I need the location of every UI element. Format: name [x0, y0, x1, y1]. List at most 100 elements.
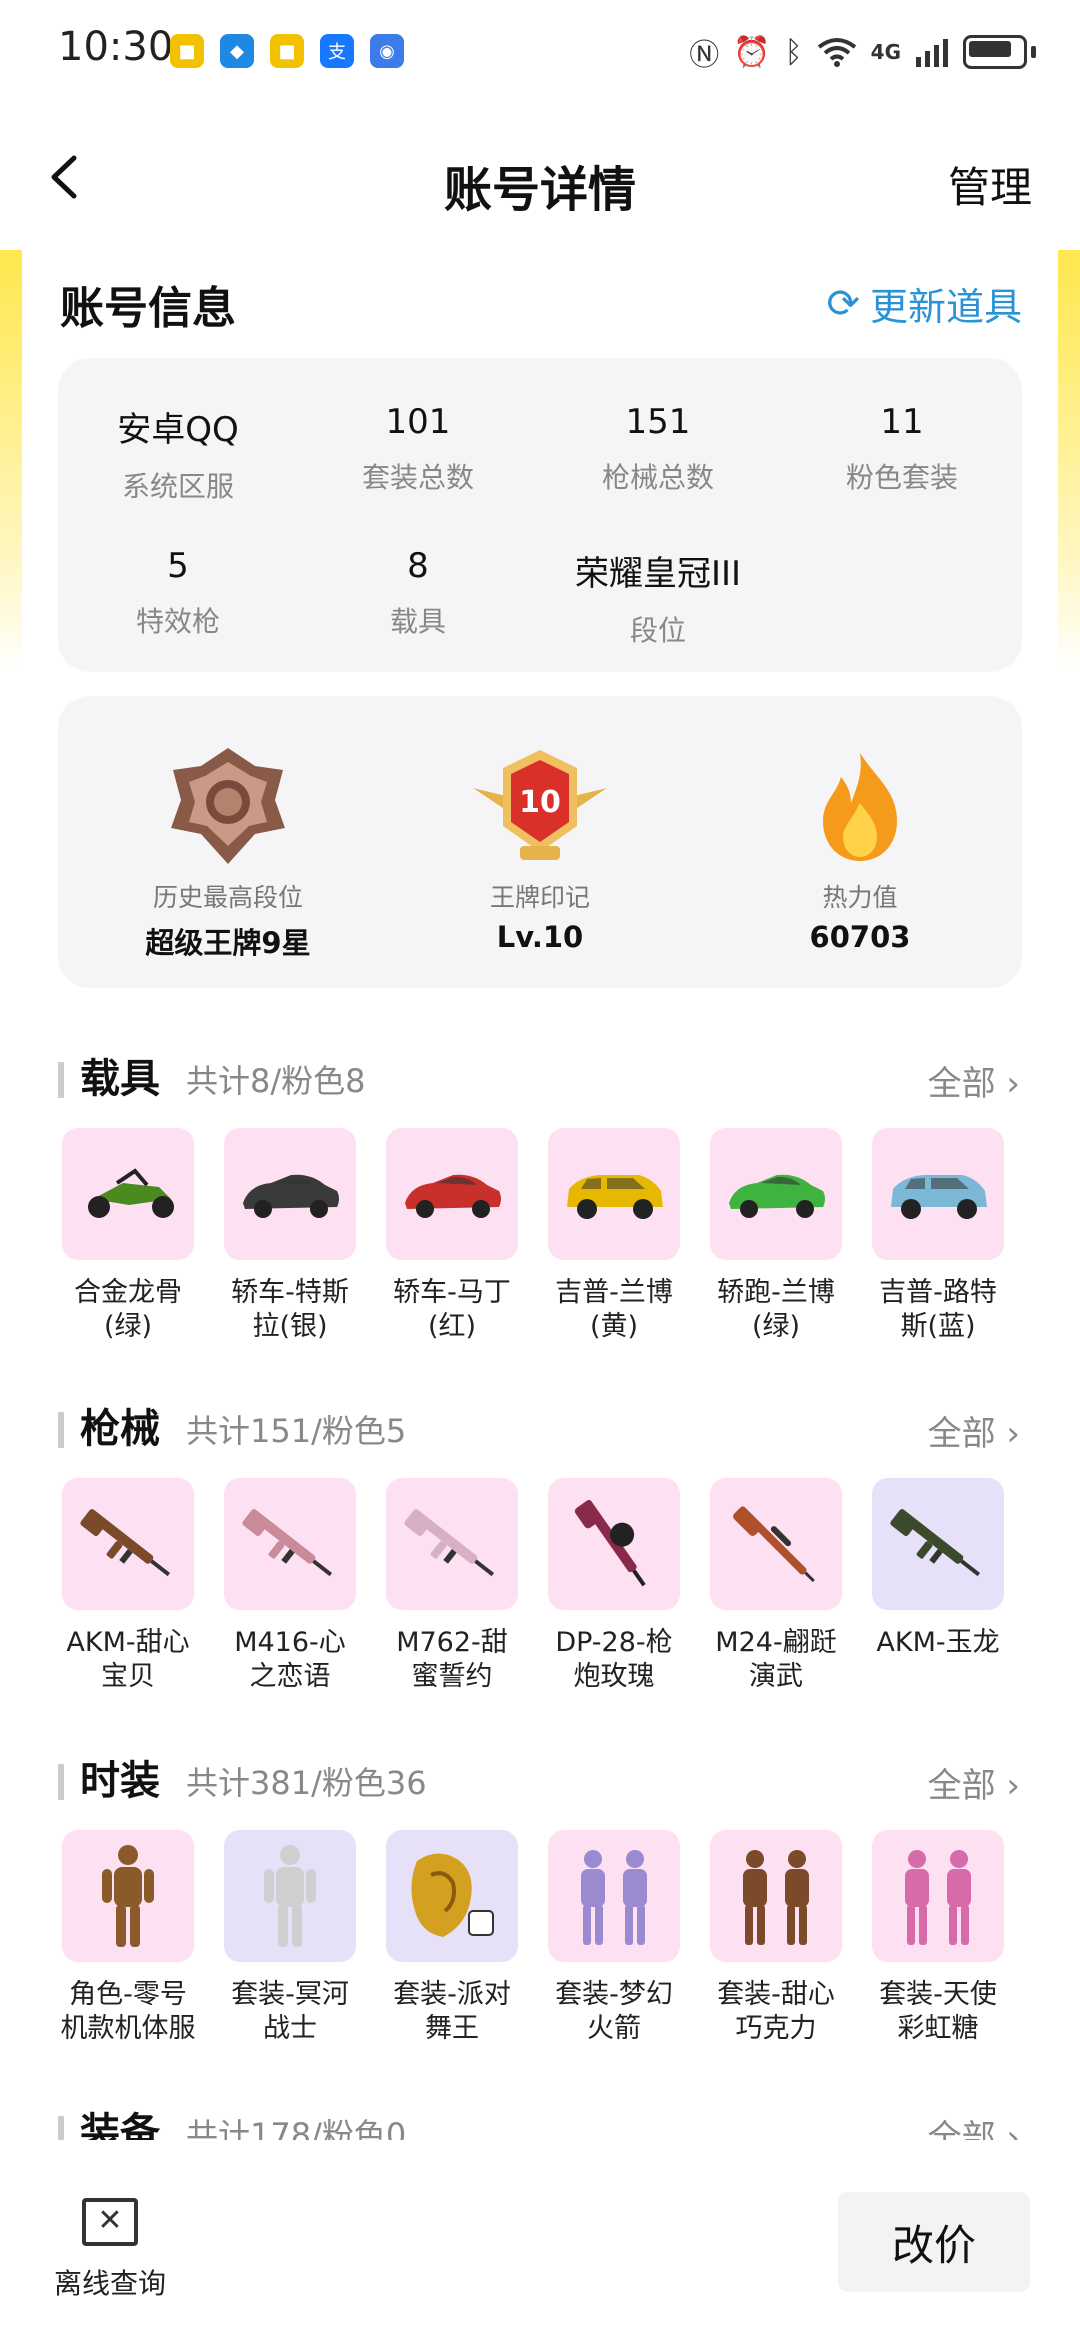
account-stats-card: 安卓QQ 系统区服 101 套装总数 151 枪械总数 11 粉色套装 5 特效…: [58, 358, 1022, 672]
badge-label: 王牌印记: [489, 883, 590, 912]
item-card[interactable]: 套装-冥河 战士: [220, 1830, 360, 2046]
item-card[interactable]: 套装-梦幻 火箭: [544, 1830, 684, 2046]
game-app-icon: ■: [170, 34, 204, 68]
item-name-line1: 轿车-马丁: [393, 1277, 511, 1308]
view-all-outfits[interactable]: 全部 ›: [928, 1758, 1020, 1807]
offline-query-button[interactable]: ✕ 离线查询: [40, 2198, 180, 2302]
item-art-icon: [574, 1499, 646, 1587]
blue-app-icon: ◉: [370, 34, 404, 68]
section-header-vehicles: 载具 共计8/粉色8 全部 ›: [58, 1046, 1022, 1106]
item-name-line2: (红): [427, 1311, 477, 1342]
refresh-items-button[interactable]: ⟳ 更新道具: [826, 276, 1022, 331]
item-image: [386, 1478, 518, 1610]
item-art-icon: [405, 1174, 501, 1218]
stat-value: 151: [625, 402, 691, 442]
item-name-line2: 演武: [749, 1661, 803, 1692]
item-art-icon: [733, 1506, 815, 1583]
ace-badge-number: 10: [519, 785, 561, 820]
stat-value: 安卓QQ: [117, 410, 239, 450]
item-image: [710, 1830, 842, 1962]
item-image: [386, 1830, 518, 1962]
item-name: 套装-甜心 巧克力: [701, 1978, 851, 2046]
item-image: [224, 1478, 356, 1610]
item-name-line2: 舞王: [425, 2013, 479, 2044]
nfc-icon: Ⓝ: [689, 38, 720, 73]
view-all-label: 全部: [927, 1064, 996, 1104]
stat-outfits: 101 套装总数: [298, 402, 538, 496]
network-type: 4G: [870, 40, 901, 64]
section-header-outfits: 时装 共计381/粉色36 全部 ›: [58, 1748, 1022, 1808]
item-card[interactable]: 轿车-特斯 拉(银): [220, 1128, 360, 1344]
item-card[interactable]: 吉普-兰博 (黄): [544, 1128, 684, 1344]
section-bar: [58, 1062, 64, 1098]
item-card[interactable]: 合金龙骨 (绿): [58, 1128, 198, 1344]
item-image: [548, 1830, 680, 1962]
item-name-line1: 轿跑-兰博: [717, 1277, 835, 1308]
stat-value: 101: [385, 402, 451, 442]
item-card[interactable]: 套装-派对 舞王: [382, 1830, 522, 2046]
status-time: 10:30: [58, 24, 174, 70]
item-name: 套装-梦幻 火箭: [539, 1978, 689, 2046]
status-indicators: Ⓝ ⏰ ᛒ 4G: [689, 30, 1036, 74]
item-image: [548, 1128, 680, 1260]
item-image: [386, 1128, 518, 1260]
item-name-line1: M762-甜: [396, 1627, 508, 1658]
item-image: [710, 1478, 842, 1610]
item-card[interactable]: 轿车-马丁 (红): [382, 1128, 522, 1344]
item-name-line1: M416-心: [234, 1627, 346, 1658]
item-art-icon: [88, 1168, 174, 1218]
item-name-line2: 宝贝: [101, 1661, 155, 1692]
item-name: 角色-零号 机款机体服: [53, 1978, 203, 2046]
item-card[interactable]: DP-28-枪 炮玫瑰: [544, 1478, 684, 1694]
rank-emblem-icon: [171, 748, 285, 864]
item-card[interactable]: AKM-玉龙: [868, 1478, 1008, 1660]
view-all-guns[interactable]: 全部 ›: [928, 1406, 1020, 1455]
item-art-icon: [264, 1845, 316, 1947]
view-all-label: 全部: [927, 1766, 996, 1806]
item-name-line1: 套装-天使: [879, 1979, 997, 2010]
battery-cap: [1031, 46, 1036, 58]
item-card[interactable]: 角色-零号 机款机体服: [58, 1830, 198, 2046]
battery-icon: [963, 35, 1027, 69]
badge-heat: 热力值 60703: [710, 742, 1010, 954]
stat-guns: 151 枪械总数: [538, 402, 778, 496]
bottom-bar: ✕ 离线查询 改价: [0, 2140, 1080, 2340]
item-card[interactable]: M24-翩跹 演武: [706, 1478, 846, 1694]
game-app-icon-2: ■: [270, 34, 304, 68]
badge-value: Lv.10: [496, 920, 584, 954]
item-name-line2: 炮玫瑰: [573, 1661, 655, 1692]
refresh-icon: ⟳: [826, 280, 860, 327]
flame-icon: [823, 753, 897, 861]
item-card[interactable]: M416-心 之恋语: [220, 1478, 360, 1694]
item-name-line2: 巧克力: [735, 2013, 817, 2044]
manage-button[interactable]: 管理: [948, 154, 1032, 215]
item-card[interactable]: AKM-甜心 宝贝: [58, 1478, 198, 1694]
stat-value: 荣耀皇冠III: [574, 554, 742, 594]
stat-label: 段位: [629, 614, 686, 647]
change-price-button[interactable]: 改价: [838, 2192, 1030, 2292]
alipay-app-icon: 支: [320, 34, 354, 68]
item-name-line1: DP-28-枪: [555, 1627, 673, 1658]
page-title: 账号详情: [443, 162, 636, 218]
item-card[interactable]: 吉普-路特 斯(蓝): [868, 1128, 1008, 1344]
item-name-line1: AKM-玉龙: [876, 1627, 1000, 1658]
item-image: [224, 1830, 356, 1962]
item-art-icon: [567, 1175, 663, 1219]
item-art-icon: [581, 1850, 647, 1945]
item-card[interactable]: 轿跑-兰博 (绿): [706, 1128, 846, 1344]
section-title: 载具: [80, 1056, 160, 1102]
view-all-vehicles[interactable]: 全部 ›: [928, 1056, 1020, 1105]
stat-value: 5: [167, 546, 189, 586]
item-card[interactable]: 套装-天使 彩虹糖: [868, 1830, 1008, 2046]
gun-items: AKM-甜心 宝贝 M416-心 之恋语 M762-甜 蜜誓约 DP-28-枪 炮玫瑰 M24-…: [58, 1478, 1038, 1718]
wifi-icon: [817, 38, 856, 67]
item-name-line2: (绿): [103, 1311, 153, 1342]
item-name-line1: M24-翩跹: [715, 1627, 837, 1658]
nav-bar: 账号详情 管理: [0, 110, 1080, 250]
badge-value: 60703: [809, 920, 911, 954]
item-card[interactable]: M762-甜 蜜誓约: [382, 1478, 522, 1694]
item-name: 套装-派对 舞王: [377, 1978, 527, 2046]
item-name-line2: 蜜誓约: [411, 1661, 493, 1692]
item-card[interactable]: 套装-甜心 巧克力: [706, 1830, 846, 2046]
stat-rank: 荣耀皇冠III 段位: [538, 546, 778, 649]
